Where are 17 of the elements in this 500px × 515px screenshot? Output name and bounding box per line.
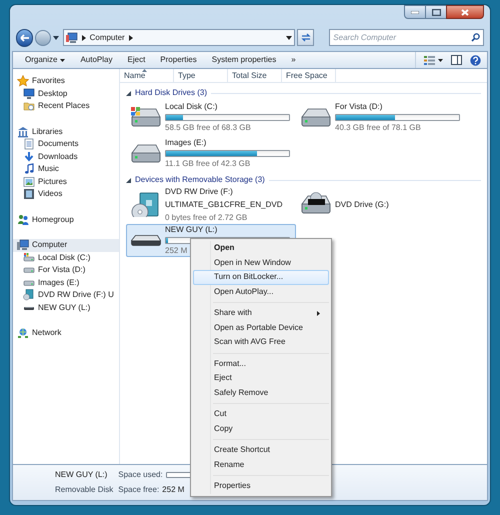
space-free-value: 252 M	[162, 484, 184, 496]
free-space-text: 252 M	[165, 245, 188, 257]
drive-name: DVD RW Drive (F:)	[165, 186, 233, 198]
space-used-label: Space used:	[118, 469, 163, 481]
drive-name: Local Disk (C:)	[165, 101, 218, 113]
drive-name: Images (E:)	[165, 137, 206, 149]
drive-name: DVD Drive (G:)	[335, 198, 389, 210]
drive-name: NEW GUY (L:)	[55, 469, 108, 481]
drive-name: For Vista (D:)	[335, 101, 382, 113]
drive-type: Removable Disk	[55, 484, 114, 496]
free-space-text: 11.1 GB free of 42.3 GB	[165, 158, 250, 170]
free-space-text: 58.5 GB free of 68.3 GB	[165, 122, 251, 134]
free-space-text: 40.3 GB free of 78.1 GB	[335, 122, 421, 134]
space-free-label: Space free:	[118, 484, 160, 496]
free-space-text: 0 bytes free of 2.72 GB	[165, 212, 248, 224]
drive-name: NEW GUY (L:)	[165, 224, 218, 236]
volume-label: ULTIMATE_GB1CFRE_EN_DVD	[165, 198, 283, 210]
